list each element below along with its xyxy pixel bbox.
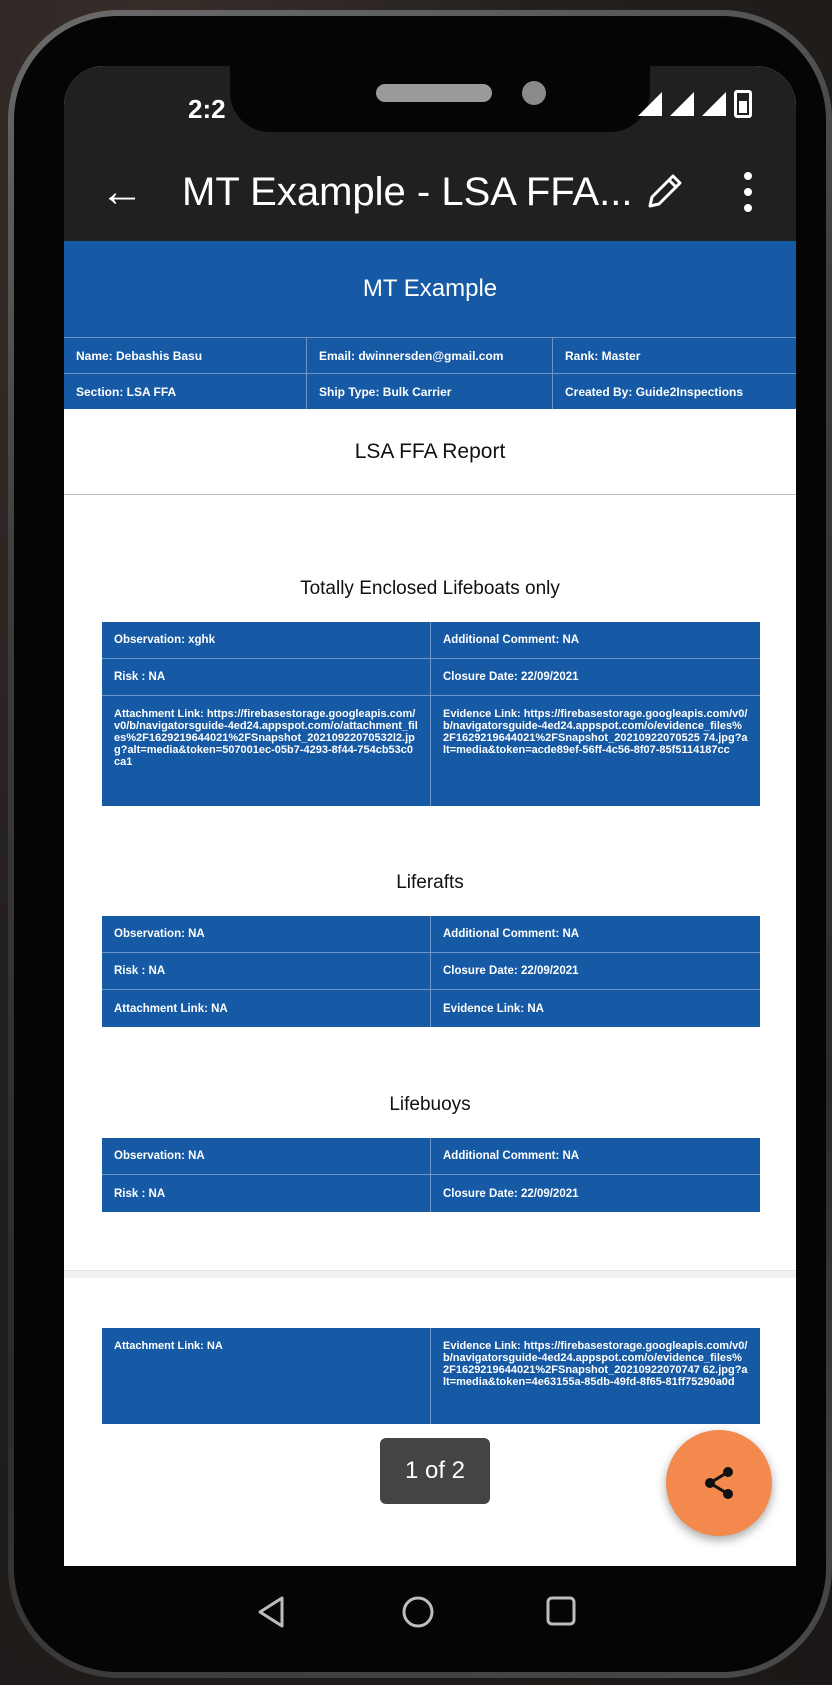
table-cell: Risk : NA — [102, 659, 431, 695]
table-cell: Additional Comment: NA — [443, 1150, 580, 1162]
app-bar: ← MT Example - LSA FFA... — [64, 146, 796, 241]
info-section: Section: LSA FFA — [64, 374, 307, 409]
table-row: Attachment Link: NA Evidence Link: https… — [102, 1328, 760, 1424]
info-email: Email: dwinnersden@gmail.com — [307, 338, 553, 373]
table-cell: Observation: xghk — [102, 622, 431, 658]
cell-signal-2-icon — [702, 92, 726, 116]
front-camera — [522, 81, 546, 105]
camera-notch — [230, 66, 650, 132]
table-row: Observation: NA Additional Comment: NA — [102, 1138, 760, 1175]
table-cell: Evidence Link: NA — [443, 1002, 544, 1015]
table-row: Observation: xghk Additional Comment: NA — [102, 622, 760, 659]
table-cell: Risk : NA — [102, 953, 431, 989]
system-nav-bar — [64, 1566, 796, 1664]
observation-table: Observation: xghk Additional Comment: NA… — [102, 622, 760, 806]
square-recents-icon[interactable] — [544, 1594, 578, 1633]
phone-body: 2:2 ← MT Example - LSA FFA... MT Example… — [14, 16, 826, 1672]
section-title: Lifebuoys — [389, 1094, 471, 1115]
table-cell: Attachment Link: NA — [102, 1328, 431, 1424]
phone-frame: 2:2 ← MT Example - LSA FFA... MT Example… — [8, 10, 832, 1678]
info-row: Section: LSA FFA Ship Type: Bulk Carrier… — [64, 373, 796, 409]
triangle-back-icon[interactable] — [254, 1594, 288, 1635]
section-title: Liferafts — [396, 872, 464, 893]
table-cell: Attachment Link: NA — [102, 990, 431, 1027]
doc-header: MT Example — [64, 241, 796, 337]
back-arrow-icon[interactable]: ← — [100, 164, 144, 220]
cell-signal-icon — [670, 92, 694, 116]
circle-home-icon[interactable] — [400, 1594, 436, 1635]
report-title: LSA FFA Report — [64, 409, 796, 495]
evidence-link[interactable]: Evidence Link: https://firebasestorage.g… — [431, 1328, 760, 1424]
status-time: 2:2 — [188, 94, 226, 124]
observation-table: Observation: NA Additional Comment: NA R… — [102, 916, 760, 1027]
speaker-grille — [376, 84, 492, 102]
table-row: Attachment Link: NA Evidence Link: NA — [102, 990, 760, 1027]
section-title: Totally Enclosed Lifeboats only — [300, 578, 560, 599]
info-rank: Rank: Master — [565, 349, 641, 363]
info-created-by: Created By: Guide2Inspections — [565, 385, 744, 399]
status-icons — [638, 90, 752, 118]
evidence-link[interactable]: Evidence Link: https://firebasestorage.g… — [431, 696, 760, 806]
pencil-icon[interactable] — [642, 168, 688, 219]
table-row: Risk : NA Closure Date: 22/09/2021 — [102, 1175, 760, 1212]
table-cell: Closure Date: 22/09/2021 — [443, 671, 579, 683]
table-cell: Risk : NA — [102, 1175, 431, 1212]
observation-table: Observation: NA Additional Comment: NA R… — [102, 1138, 760, 1212]
table-cell: Observation: NA — [102, 916, 431, 952]
table-cell: Additional Comment: NA — [443, 634, 580, 646]
status-bar: 2:2 — [64, 66, 796, 146]
table-row: Risk : NA Closure Date: 22/09/2021 — [102, 953, 760, 990]
info-row: Name: Debashis Basu Email: dwinnersden@g… — [64, 337, 796, 373]
page-indicator: 1 of 2 — [380, 1438, 490, 1504]
info-ship-type: Ship Type: Bulk Carrier — [307, 374, 553, 409]
table-row: Risk : NA Closure Date: 22/09/2021 — [102, 659, 760, 696]
wifi-signal-icon — [638, 92, 662, 116]
more-vertical-icon[interactable] — [744, 172, 754, 220]
share-button[interactable] — [666, 1430, 772, 1536]
table-row: Observation: NA Additional Comment: NA — [102, 916, 760, 953]
screen: 2:2 ← MT Example - LSA FFA... MT Example… — [64, 66, 796, 1566]
battery-icon — [734, 90, 752, 118]
table-cell: Additional Comment: NA — [443, 928, 580, 940]
pdf-document: MT Example Name: Debashis Basu Email: dw… — [64, 241, 796, 495]
document-title: MT Example - LSA FFA... — [182, 170, 633, 214]
table-cell: Observation: NA — [102, 1138, 431, 1174]
observation-table: Attachment Link: NA Evidence Link: https… — [102, 1328, 760, 1424]
page-break — [64, 1270, 796, 1278]
table-row: Attachment Link: https://firebasestorage… — [102, 696, 760, 806]
table-cell: Closure Date: 22/09/2021 — [443, 965, 579, 977]
table-cell: Closure Date: 22/09/2021 — [443, 1187, 579, 1200]
info-name: Name: Debashis Basu — [64, 338, 307, 373]
attachment-link[interactable]: Attachment Link: https://firebasestorage… — [102, 696, 431, 806]
share-icon — [705, 1467, 733, 1499]
